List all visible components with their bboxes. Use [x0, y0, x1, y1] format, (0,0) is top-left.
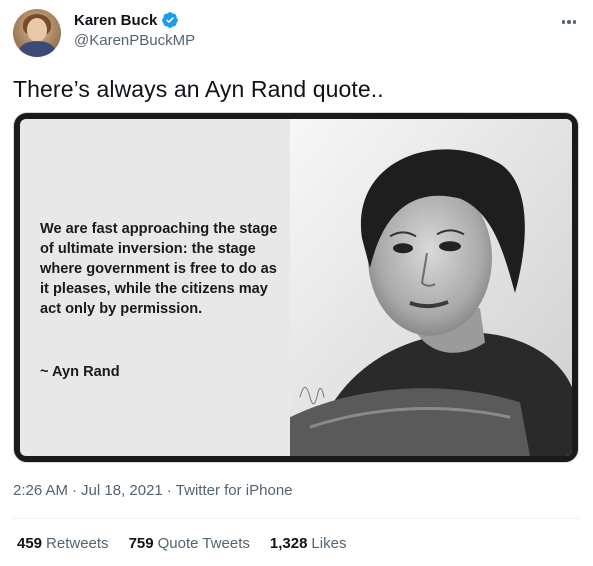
more-dot	[572, 20, 577, 24]
meta-separator: ·	[72, 482, 78, 499]
quote-panel: We are fast approaching the stage of ult…	[20, 119, 290, 456]
quote-tweets-stat[interactable]: 759 Quote Tweets	[129, 535, 250, 552]
tweet-date[interactable]: Jul 18, 2021	[81, 482, 163, 499]
more-options-icon[interactable]	[557, 12, 581, 32]
tweet-media-image[interactable]: We are fast approaching the stage of ult…	[13, 112, 579, 463]
media-inner: We are fast approaching the stage of ult…	[20, 119, 572, 456]
likes-label: Likes	[311, 535, 347, 552]
tweet-text: There’s always an Ayn Rand quote..	[13, 76, 384, 102]
portrait-photo	[290, 119, 572, 456]
divider	[13, 518, 579, 519]
tweet-source[interactable]: Twitter for iPhone	[176, 482, 293, 499]
likes-stat[interactable]: 1,328 Likes	[270, 535, 347, 552]
engagement-stats: 459 Retweets 759 Quote Tweets 1,328 Like…	[17, 535, 346, 552]
quote-text: We are fast approaching the stage of ult…	[40, 221, 278, 317]
retweets-label: Retweets	[46, 535, 109, 552]
retweets-count: 459	[17, 535, 43, 552]
meta-separator: ·	[166, 482, 172, 499]
tweet-card: Karen Buck @KarenPBuckMP There’s always …	[0, 0, 593, 566]
quote-tweets-count: 759	[128, 535, 154, 552]
quote-tweets-label: Quote Tweets	[157, 535, 250, 552]
avatar-face	[27, 18, 47, 42]
more-dot	[567, 20, 571, 24]
likes-count: 1,328	[269, 535, 308, 552]
author-name-row: Karen Buck	[74, 11, 179, 29]
tweet-metadata: 2:26 AM · Jul 18, 2021 · Twitter for iPh…	[13, 482, 293, 499]
avatar[interactable]	[13, 9, 61, 57]
quote-author: ~ Ayn Rand	[40, 364, 120, 380]
portrait-illustration	[290, 119, 572, 456]
more-dot	[561, 20, 566, 24]
tweet-time[interactable]: 2:26 AM	[13, 482, 68, 499]
verified-badge-icon	[162, 12, 179, 28]
avatar-shirt	[19, 41, 55, 57]
retweets-stat[interactable]: 459 Retweets	[17, 535, 109, 552]
author-display-name[interactable]: Karen Buck	[74, 12, 157, 29]
author-handle[interactable]: @KarenPBuckMP	[74, 32, 195, 49]
